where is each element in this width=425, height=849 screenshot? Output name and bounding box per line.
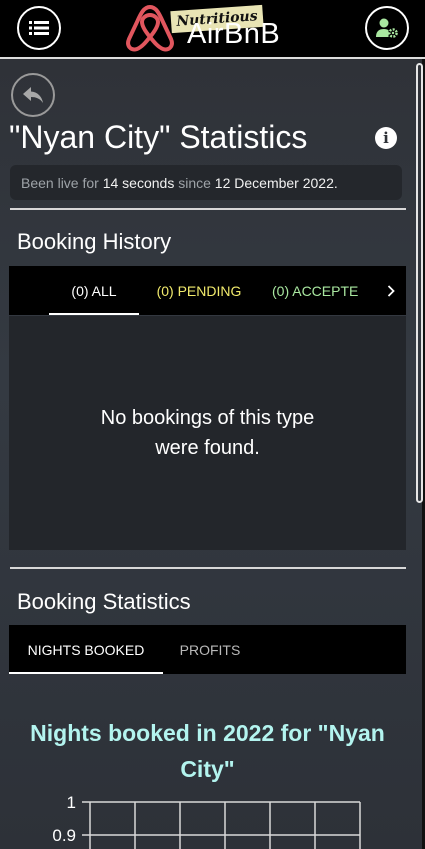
chart-y-tick-label: 1 xyxy=(67,793,76,812)
live-middle: since xyxy=(174,174,215,191)
tab-nights-booked-label: NIGHTS BOOKED xyxy=(27,641,145,658)
logo-wordmark: AirBnB xyxy=(187,18,281,50)
tabs-scroll-right[interactable] xyxy=(376,266,406,315)
bookings-list: No bookings of this type were found. xyxy=(9,316,406,550)
section-divider xyxy=(10,567,406,569)
top-navbar: Nutritious AirBnB xyxy=(0,0,425,57)
user-gear-icon xyxy=(376,18,398,38)
chart-title: Nights booked in 2022 for "Nyan City" xyxy=(30,720,385,782)
tab-nights-booked[interactable]: NIGHTS BOOKED xyxy=(9,625,163,674)
live-duration-box: Been live for 14 seconds since 12 Decemb… xyxy=(10,165,402,200)
section-divider xyxy=(10,208,406,210)
back-button[interactable] xyxy=(11,73,55,117)
info-icon[interactable]: i xyxy=(375,127,397,149)
list-icon xyxy=(29,21,49,35)
reply-arrow-icon xyxy=(23,87,43,103)
tab-profits-label: PROFITS xyxy=(179,641,241,658)
tab-accepted[interactable]: (0) ACCEPTE xyxy=(272,266,372,315)
statistics-panel: "Nyan City" Statistics i Been live for 1… xyxy=(0,57,425,849)
empty-bookings-message: No bookings of this type were found. xyxy=(100,407,315,459)
booking-filter-tabs: (0) ALL (0) PENDING (0) ACCEPTE xyxy=(9,266,406,315)
tab-profits[interactable]: PROFITS xyxy=(163,625,257,674)
statistics-tabs: NIGHTS BOOKED PROFITS xyxy=(9,625,406,674)
page-title: "Nyan City" Statistics xyxy=(9,119,308,155)
live-prefix: Been live for xyxy=(21,174,103,191)
tab-all-label: (0) ALL xyxy=(71,282,117,299)
tab-all[interactable]: (0) ALL xyxy=(49,266,139,315)
tab-pending[interactable]: (0) PENDING xyxy=(149,266,249,315)
menu-button[interactable] xyxy=(17,6,61,50)
airbnb-logo-icon xyxy=(126,5,174,52)
profile-settings-button[interactable] xyxy=(365,6,409,50)
booking-history-title: Booking History xyxy=(17,229,172,254)
chart-y-ticks: 10.9 xyxy=(52,793,76,845)
app-logo[interactable]: Nutritious AirBnB xyxy=(124,0,306,57)
tab-pending-label: (0) PENDING xyxy=(156,282,242,299)
tab-accepted-label: (0) ACCEPTE xyxy=(272,282,359,299)
nights-booked-chart: 10.9 xyxy=(52,793,361,849)
chevron-right-icon xyxy=(387,284,395,297)
chart-grid xyxy=(82,801,361,849)
booking-statistics-title: Booking Statistics xyxy=(17,589,191,614)
live-duration: 14 seconds xyxy=(102,174,175,191)
scrollbar-thumb[interactable] xyxy=(416,63,423,503)
live-date: 12 December 2022. xyxy=(214,174,338,191)
chart-y-tick-label: 0.9 xyxy=(52,826,76,845)
